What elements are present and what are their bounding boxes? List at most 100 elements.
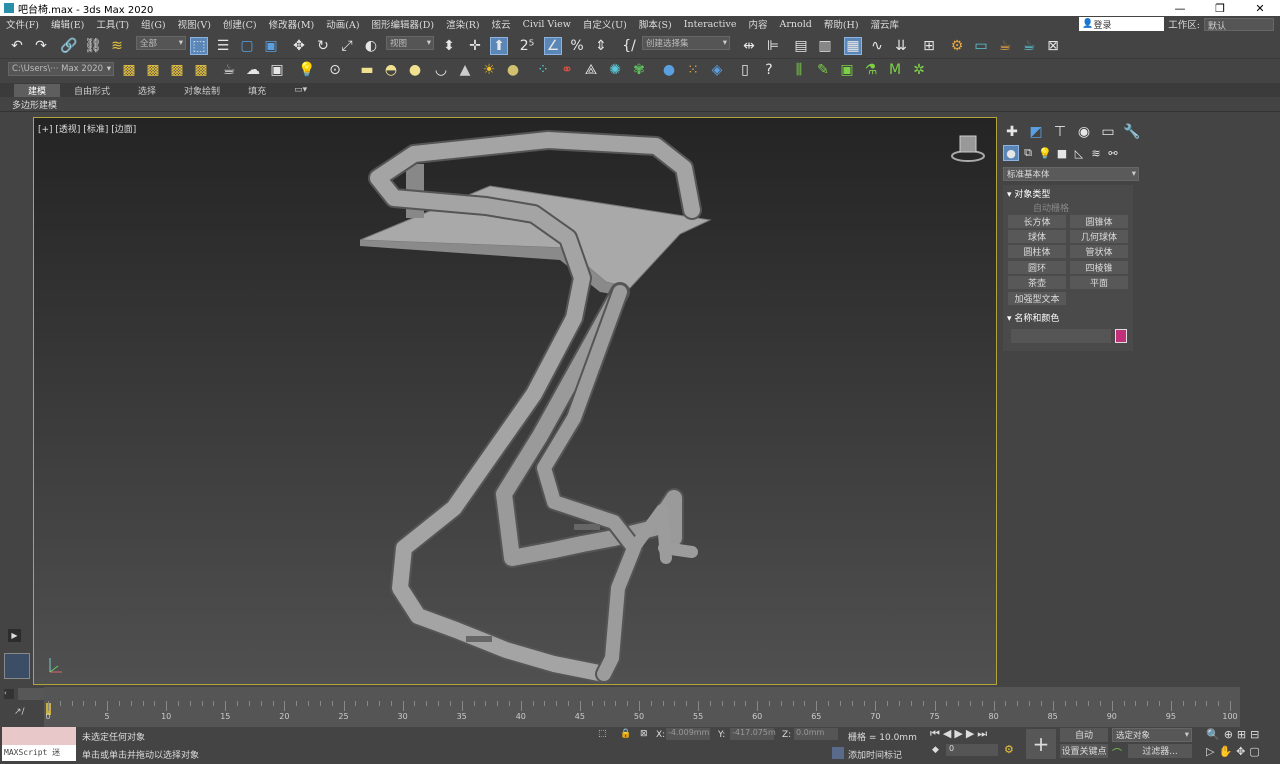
maxscript-input[interactable]: MAXScript 迷 (2, 745, 76, 761)
menu-civil-view[interactable]: Civil View (517, 19, 577, 30)
set-key-big-icon[interactable]: + (1026, 729, 1056, 759)
window-crossing-icon[interactable]: ▣ (262, 37, 280, 55)
track-bar[interactable]: 0 5 10 15 20 25 30 35 40 45 50 55 60 65 70 75 80 85 90 95 10… (44, 687, 1240, 727)
hierarchy-tab-icon[interactable]: ⊤ (1051, 123, 1069, 141)
reference-coord-select[interactable]: 视图 (386, 36, 434, 50)
add-time-tag[interactable]: 添加时间标记 (848, 748, 902, 761)
cloud-icon[interactable]: ☁ (244, 61, 262, 79)
tab-selection[interactable]: 选择 (124, 84, 170, 97)
undo-icon[interactable]: ↶ (8, 37, 26, 55)
pyramid-icon[interactable]: ⟁ (582, 61, 600, 79)
modify-tab-icon[interactable]: ◩ (1027, 123, 1045, 141)
key-mode-icon[interactable]: ◆ (932, 745, 939, 755)
tab-freeform[interactable]: 自由形式 (60, 84, 124, 97)
category-select[interactable]: 标准基本体 (1003, 167, 1139, 181)
image-icon[interactable]: ▣ (268, 61, 286, 79)
grass-icon[interactable]: ✾ (630, 61, 648, 79)
redo-icon[interactable]: ↷ (32, 37, 50, 55)
menu-edit[interactable]: 编辑(E) (45, 17, 90, 31)
render-online-icon[interactable]: ⊠ (1044, 37, 1062, 55)
curve-toggle-icon[interactable]: ↗/ (14, 707, 25, 717)
placement-icon[interactable]: ◐ (362, 37, 380, 55)
box-button[interactable]: 长方体 (1008, 215, 1066, 228)
isolate-icon[interactable]: ⬚ (598, 729, 607, 739)
select-manipulate-icon[interactable]: ✛ (466, 37, 484, 55)
select-by-name-icon[interactable]: ☰ (214, 37, 232, 55)
shapes-icon[interactable]: ⧉ (1020, 145, 1036, 161)
spacewarps-icon[interactable]: ≋ (1088, 145, 1104, 161)
render-iterative-icon[interactable]: ☕ (1020, 37, 1038, 55)
lights-icon[interactable]: 💡 (1037, 145, 1053, 161)
time-tag-icon[interactable] (832, 747, 844, 759)
keyboard-shortcut-override-icon[interactable]: ⬆ (490, 37, 508, 55)
mirror-icon[interactable]: ⇹ (740, 37, 758, 55)
schematic-view-icon[interactable]: ⇊ (892, 37, 910, 55)
tool-gear-icon[interactable]: ✲ (910, 61, 928, 79)
menu-file[interactable]: 文件(F) (0, 17, 45, 31)
transform-type-in-icon[interactable]: ⊠ (640, 729, 648, 739)
snaps-toggle-icon[interactable]: 2⁵ (518, 37, 536, 55)
link-icon[interactable]: 🔗 (60, 37, 78, 55)
color-dots-icon[interactable]: ⁙ (684, 61, 702, 79)
open-project-icon[interactable]: ▩ (144, 61, 162, 79)
material-sphere-icon[interactable]: ◈ (708, 61, 726, 79)
menu-views[interactable]: 视图(V) (172, 17, 217, 31)
unit-setup-icon[interactable]: ▯ (736, 61, 754, 79)
rendered-frame-icon[interactable]: ▭ (972, 37, 990, 55)
menu-customize[interactable]: 自定义(U) (577, 17, 633, 31)
menu-animation[interactable]: 动画(A) (320, 17, 365, 31)
prev-icon[interactable]: ‹ (4, 689, 14, 699)
menu-rendering[interactable]: 渲染(R) (440, 17, 486, 31)
menu-arnold[interactable]: Arnold (773, 19, 817, 30)
pivot-center-icon[interactable]: ⬍ (440, 37, 458, 55)
menu-content[interactable]: 内容 (742, 17, 773, 31)
viewport-layout-icon[interactable] (4, 653, 30, 679)
y-coord-field[interactable]: -417.075m (730, 728, 776, 740)
spinner-snap-icon[interactable]: ⇕ (592, 37, 610, 55)
align-icon[interactable]: ⊫ (764, 37, 782, 55)
name-color-title[interactable]: ▾ 名称和颜色 (1007, 311, 1059, 324)
tab-populate[interactable]: 填充 (234, 84, 280, 97)
auto-key-button[interactable]: 自动 (1060, 728, 1108, 742)
viewcube-icon[interactable] (951, 135, 985, 162)
gear-icon[interactable]: ✺ (606, 61, 624, 79)
material-editor-icon[interactable]: ⊞ (920, 37, 938, 55)
teapot-button[interactable]: 茶壶 (1008, 276, 1066, 289)
sun-icon[interactable]: ☀ (480, 61, 498, 79)
login-field[interactable]: 👤 登录 (1079, 17, 1165, 31)
tool-frame-icon[interactable]: ▣ (838, 61, 856, 79)
percent-snap-icon[interactable]: % (568, 37, 586, 55)
time-config-icon[interactable]: ⚙ (1004, 743, 1014, 756)
toggle-ribbon-icon[interactable]: ▦ (844, 37, 862, 55)
create-tab-icon[interactable]: ✚ (1003, 123, 1021, 141)
expand-arrow-icon[interactable]: ▶ (8, 629, 21, 642)
z-coord-field[interactable]: 0.0mm (794, 728, 838, 740)
menu-xuanyun[interactable]: 炫云 (486, 17, 517, 31)
render-setup-icon[interactable]: ⚙ (948, 37, 966, 55)
perspective-viewport[interactable]: [+] [透视] [标准] [边面] (33, 117, 997, 685)
object-name-field[interactable] (1011, 329, 1111, 343)
globe-icon[interactable]: ● (660, 61, 678, 79)
set-key-button[interactable]: 设置关键点 (1060, 744, 1108, 758)
key-filter-select[interactable]: 选定对象 (1112, 728, 1192, 742)
create-project-icon[interactable]: ▩ (120, 61, 138, 79)
sphere-icon[interactable]: ● (504, 61, 522, 79)
select-object-icon[interactable]: ⬚ (190, 37, 208, 55)
particles-icon[interactable]: ⁘ (534, 61, 552, 79)
molecule-icon[interactable]: ⚭ (558, 61, 576, 79)
lock-icon[interactable]: 🔒 (620, 729, 631, 739)
light-lister-icon[interactable]: 💡 (298, 61, 316, 79)
helpers-icon[interactable]: ◺ (1071, 145, 1087, 161)
polygon-modeling-label[interactable]: 多边形建模 (12, 98, 57, 111)
cone-icon[interactable]: ▲ (456, 61, 474, 79)
object-color-swatch[interactable] (1115, 329, 1127, 343)
workspace-select[interactable]: 默认 (1204, 17, 1274, 32)
tool-pen-icon[interactable]: ✎ (814, 61, 832, 79)
autogrid-checkbox[interactable]: 自动栅格 (1033, 201, 1069, 214)
tool-flask-icon[interactable]: ⚗ (862, 61, 880, 79)
cylinder-button[interactable]: 圆柱体 (1008, 245, 1066, 258)
project-path-select[interactable]: C:\Users\··· Max 2020 (8, 62, 114, 76)
plane-light-icon[interactable]: ▬ (358, 61, 376, 79)
systems-icon[interactable]: ⚯ (1105, 145, 1121, 161)
dome-light-icon[interactable]: ◓ (382, 61, 400, 79)
